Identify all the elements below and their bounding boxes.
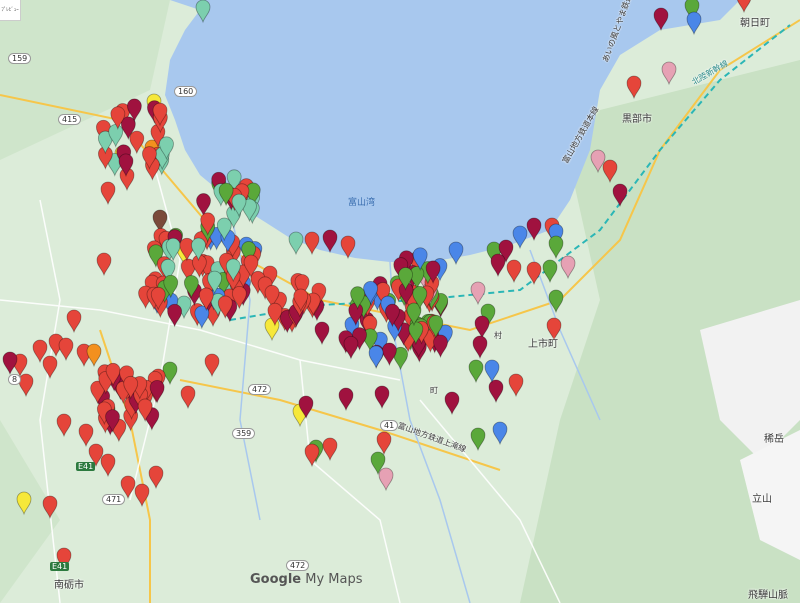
- brand-google: Google: [250, 572, 302, 587]
- place-label-town: 町: [430, 386, 438, 395]
- place-label-kabutoyama: 稀岳: [764, 434, 784, 445]
- place-label-nanto: 南砺市: [54, 580, 84, 591]
- place-label-hida: 飛騨山脈: [748, 590, 788, 601]
- route-shield: 159: [8, 53, 32, 64]
- place-label-village: 村: [494, 331, 502, 340]
- map-view[interactable]: ﾌﾟﾚﾋﾞｭｰ 富山湾 朝日町 黒部市 上市町 立山 稀岳 飛騨山脈 南砺市 あ…: [0, 0, 800, 603]
- route-shield: 472: [248, 384, 272, 395]
- route-shield: 160: [174, 86, 198, 97]
- place-label-tateyama: 立山: [752, 494, 772, 505]
- route-shield: 415: [58, 114, 82, 125]
- route-shield: 41: [380, 420, 399, 431]
- route-shield: 359: [232, 428, 256, 439]
- expressway-shield: E41: [50, 562, 70, 571]
- route-shield: 472: [286, 560, 310, 571]
- route-shield: 471: [102, 494, 126, 505]
- expressway-shield: E41: [76, 462, 96, 471]
- place-label-kamiichi: 上市町: [528, 339, 558, 350]
- google-my-maps-logo[interactable]: Google My Maps: [250, 572, 363, 587]
- place-label-kurobe: 黒部市: [622, 114, 652, 125]
- preview-button[interactable]: ﾌﾟﾚﾋﾞｭｰ: [0, 0, 21, 21]
- brand-my-maps: My Maps: [301, 572, 363, 587]
- basemap: [0, 0, 800, 603]
- route-shield: 8: [8, 374, 22, 385]
- place-label-asahi: 朝日町: [740, 18, 770, 29]
- bay-label: 富山湾: [348, 198, 376, 208]
